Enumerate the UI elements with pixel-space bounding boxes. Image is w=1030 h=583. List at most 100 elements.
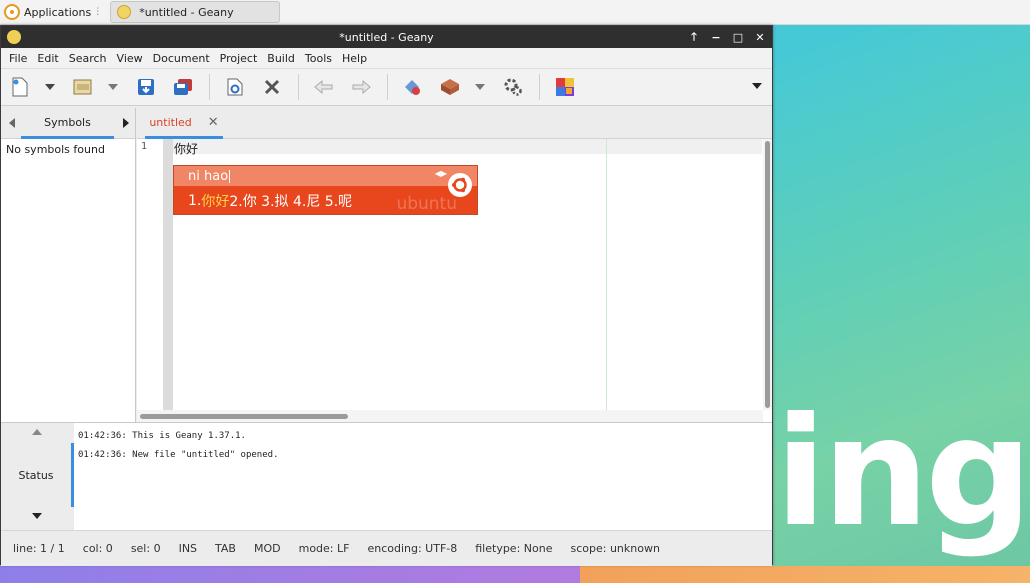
symbols-empty-message: No symbols found bbox=[6, 143, 105, 156]
build-button[interactable] bbox=[437, 74, 463, 100]
navigate-forward-button[interactable] bbox=[348, 74, 374, 100]
long-line-marker bbox=[606, 139, 607, 410]
ime-candidate-1[interactable]: 你好 bbox=[201, 191, 229, 211]
tab-status[interactable]: Status bbox=[1, 443, 74, 507]
color-chooser-button[interactable] bbox=[552, 74, 578, 100]
navigate-back-button[interactable] bbox=[311, 74, 337, 100]
horizontal-scroll-thumb[interactable] bbox=[140, 414, 348, 419]
sidebar: Symbols No symbols found bbox=[1, 108, 136, 422]
reload-button[interactable] bbox=[222, 74, 248, 100]
ubuntu-logo-icon bbox=[448, 173, 472, 197]
menu-document[interactable]: Document bbox=[148, 52, 215, 65]
top-panel: Applications ⋮ *untitled - Geany bbox=[0, 0, 1030, 25]
ime-candidates-row: 1. 你好 2.你 3.拟 4.尼 5.呢 ubuntu bbox=[174, 186, 477, 214]
toolbar bbox=[1, 69, 772, 106]
editor-line-text[interactable]: 你好 bbox=[174, 140, 198, 157]
status-mode: mode: LF bbox=[298, 542, 350, 555]
horizontal-scrollbar[interactable] bbox=[137, 410, 763, 422]
open-file-dropdown-button[interactable] bbox=[107, 74, 119, 100]
vertical-scroll-thumb[interactable] bbox=[765, 141, 770, 408]
save-all-icon bbox=[174, 79, 192, 95]
keep-above-icon[interactable]: 🡑 bbox=[688, 28, 700, 47]
status-messages: 01:42:36: This is Geany 1.37.1. 01:42:36… bbox=[78, 427, 278, 465]
desktop-strip-left bbox=[0, 566, 580, 583]
arrow-left-icon[interactable] bbox=[9, 118, 15, 128]
vertical-scrollbar[interactable] bbox=[763, 139, 772, 410]
applications-label: Applications bbox=[24, 5, 92, 19]
tab-symbols-label: Symbols bbox=[44, 115, 91, 129]
toolbar-separator bbox=[387, 74, 388, 100]
folder-open-icon bbox=[73, 79, 92, 95]
panel-separator-icon: ⋮ bbox=[93, 7, 103, 17]
current-line-highlight bbox=[173, 139, 762, 154]
status-line: line: 1 / 1 bbox=[13, 542, 65, 555]
new-file-button[interactable] bbox=[7, 74, 33, 100]
build-dropdown-button[interactable] bbox=[474, 74, 486, 100]
ime-watermark: ubuntu bbox=[396, 194, 457, 214]
toolbar-separator bbox=[539, 74, 540, 100]
status-ins: INS bbox=[178, 542, 198, 555]
close-file-button[interactable] bbox=[259, 74, 285, 100]
gears-icon bbox=[504, 78, 522, 96]
ime-preedit-row: ni hao ◀▶ bbox=[174, 166, 477, 186]
color-chooser-icon bbox=[556, 78, 574, 96]
menu-edit[interactable]: Edit bbox=[32, 52, 63, 65]
save-all-button[interactable] bbox=[170, 74, 196, 100]
menu-project[interactable]: Project bbox=[215, 52, 263, 65]
tab-close-icon[interactable]: ✕ bbox=[208, 115, 219, 130]
toolbar-separator bbox=[298, 74, 299, 100]
fold-margin[interactable] bbox=[163, 139, 173, 410]
menu-tools[interactable]: Tools bbox=[300, 52, 337, 65]
status-sel: sel: 0 bbox=[130, 542, 161, 555]
arrow-left-icon bbox=[314, 80, 333, 94]
applications-menu-button[interactable]: Applications ⋮ bbox=[0, 0, 106, 25]
line-number-gutter: 1 bbox=[137, 139, 163, 410]
arrow-down-icon[interactable] bbox=[32, 513, 42, 519]
tab-symbols[interactable]: Symbols bbox=[21, 108, 114, 139]
minimize-icon[interactable]: − bbox=[710, 31, 722, 44]
run-button[interactable] bbox=[500, 74, 526, 100]
toolbar-separator bbox=[209, 74, 210, 100]
tab-status-label: Status bbox=[18, 468, 54, 482]
menu-help[interactable]: Help bbox=[337, 52, 372, 65]
open-file-button[interactable] bbox=[70, 74, 96, 100]
save-button[interactable] bbox=[133, 74, 159, 100]
close-icon[interactable]: ✕ bbox=[754, 31, 766, 44]
arrow-up-icon[interactable] bbox=[32, 429, 42, 435]
window-controls: 🡑 − □ ✕ bbox=[688, 26, 766, 48]
message-pane: Status 01:42:36: This is Geany 1.37.1. 0… bbox=[1, 422, 772, 531]
menu-search[interactable]: Search bbox=[64, 52, 112, 65]
ime-pager-icon[interactable]: ◀▶ bbox=[435, 169, 447, 178]
taskbar-geany-button[interactable]: *untitled - Geany bbox=[110, 1, 281, 23]
menu-build[interactable]: Build bbox=[262, 52, 300, 65]
compile-icon bbox=[405, 80, 420, 95]
compile-button[interactable] bbox=[400, 74, 426, 100]
geany-window: *untitled - Geany 🡑 − □ ✕ File Edit Sear… bbox=[0, 25, 773, 566]
editor-area: untitled ✕ 1 你好 bbox=[137, 108, 772, 422]
desktop-wallpaper-text: inge bbox=[775, 386, 1030, 560]
build-bricks-icon bbox=[441, 79, 459, 95]
status-mod: MOD bbox=[253, 542, 281, 555]
line-number: 1 bbox=[141, 141, 148, 152]
new-file-dropdown-button[interactable] bbox=[44, 74, 56, 100]
status-filetype: filetype: None bbox=[475, 542, 553, 555]
menu-view[interactable]: View bbox=[112, 52, 148, 65]
new-file-icon bbox=[12, 77, 28, 97]
menu-file[interactable]: File bbox=[4, 52, 32, 65]
reload-icon bbox=[227, 78, 243, 96]
toolbar-overflow-button[interactable] bbox=[752, 79, 762, 92]
arrow-right-icon[interactable] bbox=[123, 118, 129, 128]
applications-icon bbox=[4, 4, 20, 20]
save-icon bbox=[138, 79, 154, 95]
tab-untitled[interactable]: untitled ✕ bbox=[145, 108, 223, 139]
status-message: 01:42:36: New file "untitled" opened. bbox=[78, 450, 279, 460]
close-file-icon bbox=[264, 79, 280, 95]
message-pane-tabs: Status bbox=[1, 423, 74, 531]
chevron-down-icon bbox=[475, 84, 485, 90]
window-titlebar[interactable]: *untitled - Geany 🡑 − □ ✕ bbox=[1, 26, 772, 48]
ime-candidates-rest[interactable]: 2.你 3.拟 4.尼 5.呢 bbox=[229, 191, 352, 211]
maximize-icon[interactable]: □ bbox=[732, 31, 744, 44]
statusbar: line: 1 / 1 col: 0 sel: 0 INS TAB MOD mo… bbox=[1, 530, 772, 566]
ime-candidate-1-number: 1. bbox=[188, 192, 202, 209]
sidebar-tabs: Symbols bbox=[1, 108, 135, 139]
